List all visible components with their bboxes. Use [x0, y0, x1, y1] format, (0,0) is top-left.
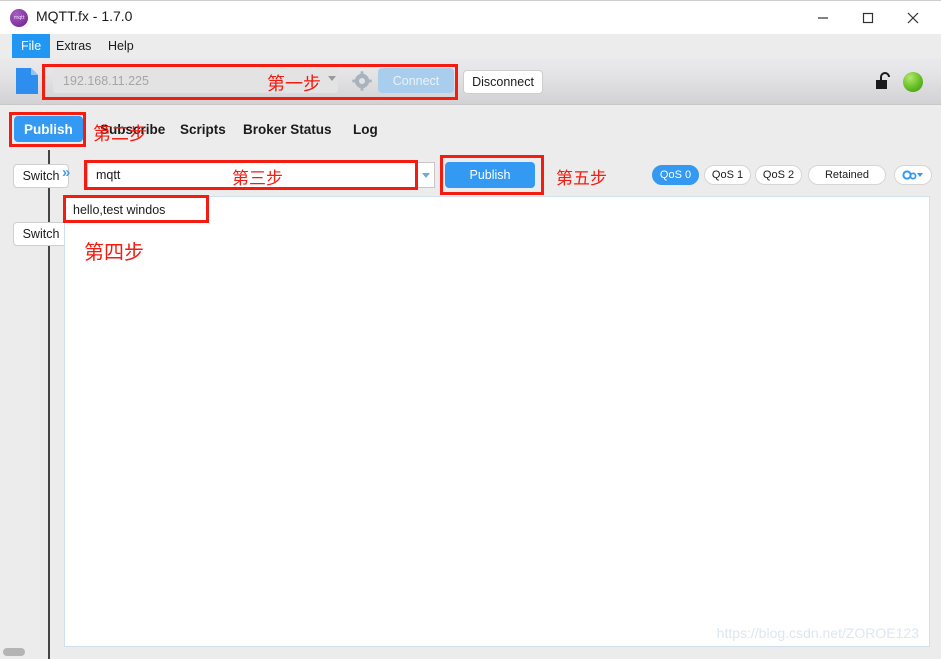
- annotation-label-step4: 第四步: [84, 240, 144, 264]
- document-icon[interactable]: [16, 68, 38, 94]
- publish-message-text: hello,test windos: [73, 203, 166, 217]
- unlocked-padlock-icon: [876, 72, 890, 89]
- left-side-panel: Switch Switch: [0, 150, 69, 659]
- gear-dropdown-icon: [902, 170, 923, 180]
- annotation-label-step5: 第五步: [556, 169, 607, 189]
- qos-1-button[interactable]: QoS 1: [704, 165, 751, 185]
- qos-0-button[interactable]: QoS 0: [652, 165, 699, 185]
- broker-profile-chevron-down-icon[interactable]: [328, 76, 336, 81]
- tab-broker-status[interactable]: Broker Status: [233, 116, 342, 142]
- close-icon: [907, 12, 918, 23]
- publish-settings-button[interactable]: [894, 165, 932, 185]
- annotation-label-step2: 第二步: [93, 124, 147, 145]
- gear-icon[interactable]: [352, 71, 372, 91]
- window-title: MQTT.fx - 1.7.0: [36, 8, 133, 24]
- connection-status-indicator: [903, 72, 923, 92]
- mqttfx-window: mqtt MQTT.fx - 1.7.0 File Extras Help 19…: [0, 0, 941, 659]
- menu-item-help[interactable]: Help: [99, 34, 143, 58]
- tab-log[interactable]: Log: [343, 116, 388, 142]
- annotation-label-step1: 第一步: [267, 74, 321, 95]
- menu-bar: File Extras Help: [0, 34, 941, 58]
- qos-2-button[interactable]: QoS 2: [755, 165, 802, 185]
- chevron-down-icon: [422, 172, 430, 178]
- menu-item-file[interactable]: File: [12, 34, 51, 58]
- minimize-button[interactable]: [800, 1, 845, 34]
- switch-button-2[interactable]: Switch: [13, 222, 69, 246]
- app-logo-icon: mqtt: [10, 9, 28, 27]
- publish-button[interactable]: Publish: [445, 162, 535, 188]
- left-panel-horizontal-scrollbar[interactable]: [0, 645, 48, 659]
- tab-publish[interactable]: Publish: [14, 116, 83, 142]
- watermark-text: https://blog.csdn.net/ZOROE123: [716, 625, 919, 641]
- disconnect-button[interactable]: Disconnect: [463, 70, 543, 94]
- app-logo-text: mqtt: [13, 15, 25, 21]
- connect-button[interactable]: Connect: [378, 68, 454, 93]
- maximize-icon: [862, 12, 873, 23]
- tab-scripts[interactable]: Scripts: [170, 116, 236, 142]
- menu-item-extras[interactable]: Extras: [47, 34, 100, 58]
- publish-message-editor[interactable]: hello,test windos https://blog.csdn.net/…: [64, 196, 930, 647]
- annotation-label-step3: 第三步: [232, 169, 283, 189]
- close-button[interactable]: [890, 1, 935, 34]
- expand-panel-icon[interactable]: »: [62, 164, 70, 181]
- topic-dropdown-button[interactable]: [417, 162, 435, 188]
- minimize-icon: [817, 16, 828, 19]
- title-bar: mqtt MQTT.fx - 1.7.0: [0, 0, 941, 34]
- maximize-button[interactable]: [845, 1, 890, 34]
- retained-button[interactable]: Retained: [808, 165, 886, 185]
- switch-button-1[interactable]: Switch: [13, 164, 69, 188]
- scrollbar-thumb[interactable]: [3, 648, 25, 656]
